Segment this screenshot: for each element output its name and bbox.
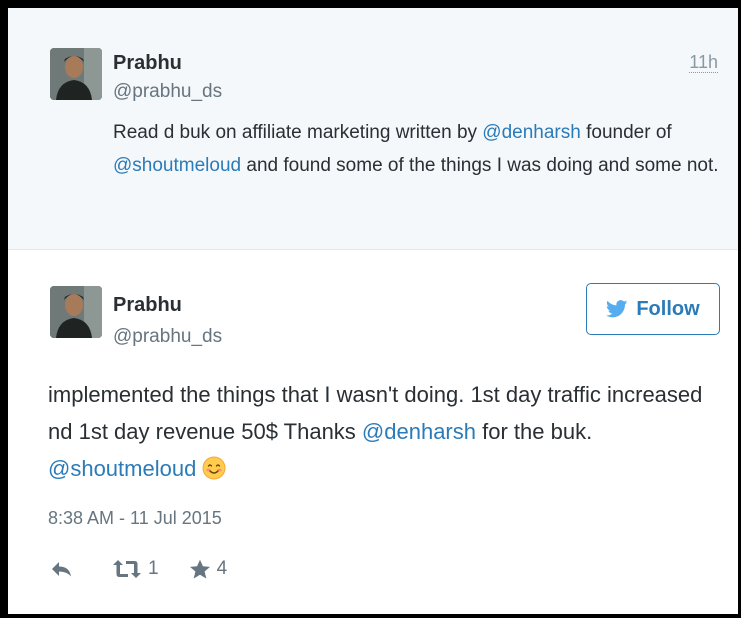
tweet-actions: 1 4 [50,556,227,582]
tweet-text-segment: for the buk. [476,419,593,444]
avatar[interactable] [50,48,102,100]
tweet-timestamp[interactable]: 8:38 AM - 11 Jul 2015 [48,508,222,529]
mention-link-denharsh[interactable]: @denharsh [482,122,581,143]
avatar[interactable] [50,286,102,338]
mention-link-shoutmeloud[interactable]: @shoutmeloud [48,456,196,481]
person-icon [50,286,102,338]
author-name[interactable]: Prabhu [113,52,182,75]
tweet-text: implemented the things that I wasn't doi… [48,376,718,487]
reply-button[interactable] [50,559,74,579]
retweet-count: 1 [148,558,159,579]
retweet-icon [113,560,141,578]
reply-icon [52,562,71,577]
tweet-text-segment: and found some of the things I was doing… [241,155,719,176]
favorite-count: 4 [216,558,228,579]
mention-link-denharsh[interactable]: @denharsh [362,419,476,444]
follow-button[interactable]: Follow [586,283,720,335]
parent-tweet: Prabhu @prabhu_ds 11h Read d buk on affi… [8,8,738,250]
smiling-face-icon [202,456,226,480]
author-handle[interactable]: @prabhu_ds [113,326,222,348]
person-icon [50,48,102,100]
star-icon [189,559,210,578]
author-name[interactable]: Prabhu [113,294,182,317]
author-handle[interactable]: @prabhu_ds [113,81,222,103]
tweet-text-segment: founder of [580,122,672,143]
tweet-time[interactable]: 11h [689,52,718,73]
tweet-text-segment: Read d buk on affiliate marketing writte… [113,122,483,143]
retweet-button[interactable]: 1 [112,558,159,580]
tweet-text: Read d buk on affiliate marketing writte… [113,116,725,182]
mention-link-shoutmeloud[interactable]: @shoutmeloud [113,155,241,176]
follow-label: Follow [636,297,700,320]
twitter-bird-icon [606,300,628,318]
favorite-button[interactable]: 4 [189,558,228,580]
embedded-tweet-card: Prabhu @prabhu_ds 11h Read d buk on affi… [8,8,738,614]
